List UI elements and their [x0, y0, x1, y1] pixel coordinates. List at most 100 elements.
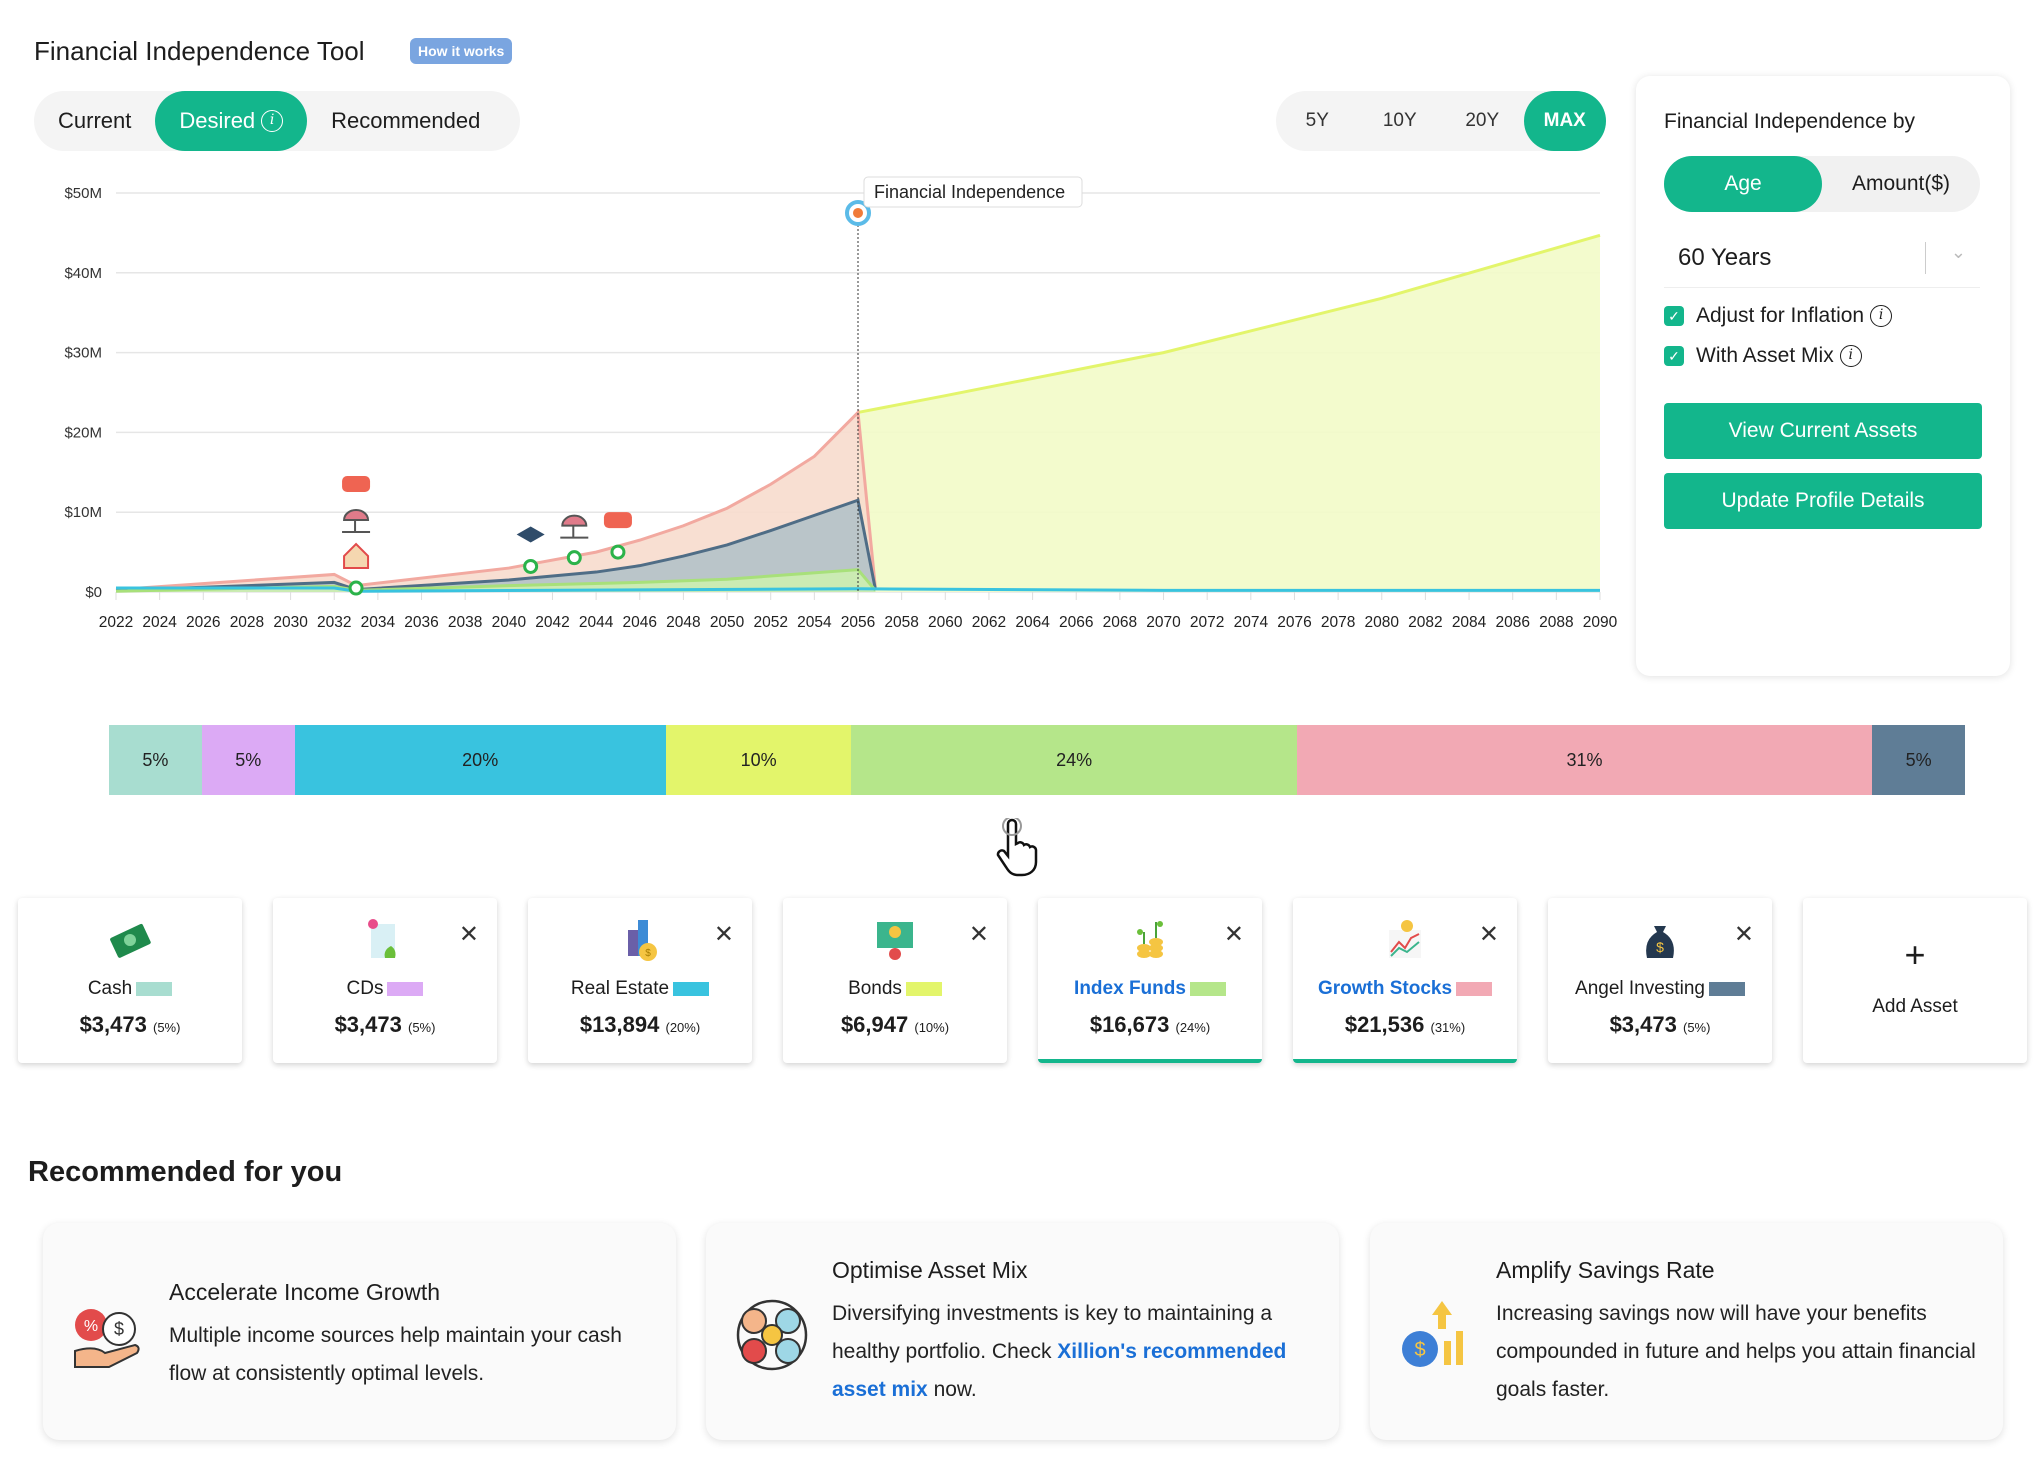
rec-card-savings[interactable]: $ Amplify Savings Rate Increasing saving… [1370, 1223, 2003, 1440]
asset-amount-value: $21,536 [1344, 1012, 1425, 1037]
asset-percent: (5%) [152, 1020, 181, 1035]
x-tick-label: 2048 [666, 614, 700, 631]
remove-asset-icon[interactable]: ✕ [1224, 920, 1244, 949]
rec-card-income[interactable]: % $ Accelerate Income Growth Multiple inc… [43, 1223, 676, 1440]
x-tick-label: 2056 [841, 614, 875, 631]
svg-text:$: $ [1414, 1339, 1425, 1361]
mode-age[interactable]: Age [1664, 156, 1822, 212]
recommended-heading: Recommended for you [28, 1156, 343, 1188]
car-icon [342, 476, 371, 493]
asset-amount: $6,947 (10%) [783, 1012, 1007, 1038]
asset-amount: $3,473 (5%) [273, 1012, 497, 1038]
asset-card-index-funds[interactable]: ✕ Index Funds $16,673 (24%) [1038, 898, 1262, 1063]
tab-current[interactable]: Current [34, 91, 155, 151]
info-icon[interactable]: i [1839, 345, 1862, 367]
allocation-segment[interactable]: 5% [201, 725, 295, 795]
building-icon: $ [628, 920, 657, 961]
how-it-works-button[interactable]: How it works [410, 38, 513, 64]
add-asset-button[interactable]: + Add Asset [1803, 898, 2027, 1063]
rec-text: Multiple income sources help maintain yo… [169, 1324, 622, 1385]
asset-name: Real Estate [528, 978, 752, 1000]
asset-color-swatch [673, 982, 710, 996]
rec-card-asset-mix[interactable]: Optimise Asset Mix Diversifying investme… [706, 1223, 1339, 1440]
y-tick-label: $0 [85, 584, 102, 601]
plus-icon: + [1904, 934, 1926, 975]
allocation-segment[interactable]: 24% [851, 725, 1297, 795]
tab-desired[interactable]: Desired i [155, 91, 308, 151]
milestone-marker [348, 580, 364, 596]
allocation-segment[interactable]: 5% [1872, 725, 1965, 795]
remove-asset-icon[interactable]: ✕ [459, 920, 479, 949]
x-tick-label: 2084 [1452, 614, 1487, 631]
update-profile-button[interactable]: Update Profile Details [1664, 473, 1982, 529]
allocation-segment[interactable]: 10% [665, 725, 852, 795]
target-center [853, 207, 863, 218]
asset-color-swatch [1708, 982, 1745, 996]
x-tick-label: 2028 [230, 614, 264, 631]
period-selector: 5Y 10Y 20Y MAX [1276, 91, 1606, 151]
asset-amount: $3,473 (5%) [18, 1012, 242, 1038]
rec-title: Amplify Savings Rate [1496, 1257, 1715, 1283]
asset-card-cash[interactable]: Cash $3,473 (5%) [18, 898, 242, 1063]
mode-amount[interactable]: Amount($) [1822, 156, 1980, 212]
x-tick-label: 2078 [1321, 614, 1355, 631]
x-tick-label: 2076 [1277, 614, 1311, 631]
x-tick-label: 2090 [1583, 614, 1618, 631]
allocation-segment[interactable]: 20% [294, 725, 666, 795]
x-tick-label: 2082 [1408, 614, 1442, 631]
asset-card-real-estate[interactable]: $ ✕ Real Estate $13,894 (20%) [528, 898, 752, 1063]
age-select[interactable]: 60 Years ⌄ [1664, 228, 1980, 288]
asset-name: Bonds [783, 978, 1007, 1000]
remove-asset-icon[interactable]: ✕ [1479, 920, 1499, 949]
remove-asset-icon[interactable]: ✕ [969, 920, 989, 949]
asset-percent: (24%) [1175, 1020, 1211, 1035]
house-icon [343, 542, 370, 570]
asset-name-text: Growth Stocks [1317, 978, 1453, 999]
info-icon[interactable]: i [1870, 305, 1893, 327]
period-max[interactable]: MAX [1523, 91, 1606, 151]
asset-amount-value: $13,894 [579, 1012, 660, 1037]
asset-amount-value: $3,473 [1609, 1012, 1677, 1037]
asset-amount-value: $3,473 [79, 1012, 147, 1037]
adjust-inflation-checkbox[interactable]: ✓ Adjust for Inflation i [1664, 304, 1893, 328]
asset-card-growth-stocks[interactable]: ✕ Growth Stocks $21,536 (31%) [1293, 898, 1517, 1063]
tab-label: Recommended [331, 108, 481, 133]
x-tick-label: 2022 [99, 614, 133, 631]
fi-mode-toggle: Age Amount($) [1664, 156, 1980, 212]
asset-card-bonds[interactable]: ✕ Bonds $6,947 (10%) [783, 898, 1007, 1063]
age-select-value: 60 Years [1678, 243, 1772, 271]
svg-text:$: $ [645, 948, 651, 959]
asset-mix-checkbox[interactable]: ✓ With Asset Mix i [1664, 344, 1862, 368]
asset-card-angel-investing[interactable]: $ ✕ Angel Investing $3,473 (5%) [1548, 898, 1772, 1063]
asset-color-swatch [136, 982, 173, 996]
remove-asset-icon[interactable]: ✕ [714, 920, 734, 949]
allocation-segment[interactable]: 31% [1296, 725, 1873, 795]
asset-amount: $13,894 (20%) [528, 1012, 752, 1038]
y-tick-label: $30M [64, 345, 102, 362]
bond-icon [877, 922, 913, 960]
info-icon[interactable]: i [261, 110, 284, 132]
fi-settings-panel: Financial Independence by Age Amount($) … [1636, 76, 2010, 676]
checkbox-checked-icon[interactable]: ✓ [1664, 306, 1684, 326]
certificate-icon [368, 919, 396, 958]
period-5y[interactable]: 5Y [1276, 91, 1359, 151]
tab-recommended[interactable]: Recommended [307, 91, 504, 151]
x-tick-label: 2074 [1234, 614, 1269, 631]
remove-asset-icon[interactable]: ✕ [1734, 920, 1754, 949]
milestone-marker [566, 550, 582, 566]
view-current-assets-button[interactable]: View Current Assets [1664, 403, 1982, 459]
asset-card-cds[interactable]: ✕ CDs $3,473 (5%) [273, 898, 497, 1063]
asset-amount: $3,473 (5%) [1548, 1012, 1772, 1038]
chevron-down-icon[interactable]: ⌄ [1951, 242, 1966, 263]
period-10y[interactable]: 10Y [1359, 91, 1442, 151]
asset-color-swatch [387, 982, 424, 996]
asset-amount: $16,673 (24%) [1038, 1012, 1262, 1038]
asset-name: Growth Stocks [1293, 978, 1517, 1000]
asset-name-text: Bonds [848, 978, 902, 999]
tab-label: Desired [179, 108, 256, 133]
y-tick-label: $20M [64, 424, 102, 441]
period-20y[interactable]: 20Y [1441, 91, 1524, 151]
checkbox-checked-icon[interactable]: ✓ [1664, 346, 1684, 366]
allocation-segment[interactable]: 5% [109, 725, 202, 795]
coins-plant-icon [1137, 921, 1163, 958]
